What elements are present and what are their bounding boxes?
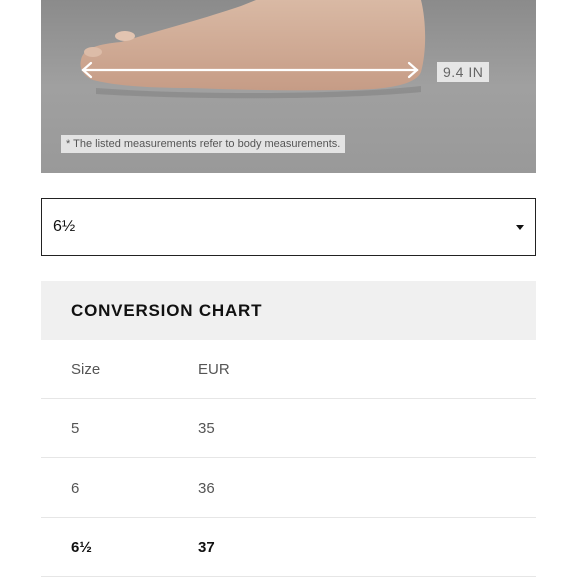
conversion-chart-header: CONVERSION CHART bbox=[41, 281, 536, 340]
foot-measurement-image: 9.4 IN * The listed measurements refer t… bbox=[41, 0, 536, 173]
chart-column-headers: Size EUR bbox=[41, 340, 536, 399]
eur-cell: 36 bbox=[198, 479, 215, 497]
size-dropdown-value: 6½ bbox=[53, 218, 76, 235]
conversion-chart-title: CONVERSION CHART bbox=[71, 300, 263, 320]
eur-cell: 35 bbox=[198, 419, 215, 437]
size-cell: 6½ bbox=[71, 538, 92, 556]
size-dropdown[interactable]: 6½ bbox=[41, 198, 536, 256]
eur-column-header: EUR bbox=[198, 360, 230, 378]
size-cell: 6 bbox=[71, 479, 80, 497]
measurement-label: 9.4 IN bbox=[437, 62, 490, 82]
size-cell: 5 bbox=[71, 419, 80, 437]
caret-down-icon bbox=[516, 224, 524, 230]
size-column-header: Size bbox=[71, 360, 101, 378]
measurement-note: * The listed measurements refer to body … bbox=[61, 135, 346, 153]
table-row: 5 35 bbox=[41, 399, 536, 458]
eur-cell: 37 bbox=[198, 538, 215, 556]
table-row-selected: 6½ 37 bbox=[41, 518, 536, 577]
table-row: 6 36 bbox=[41, 459, 536, 518]
